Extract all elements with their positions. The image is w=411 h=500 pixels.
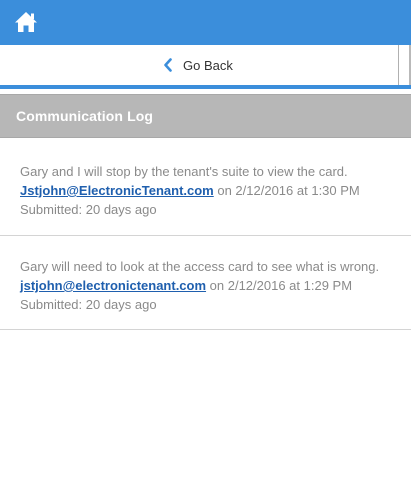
section-title: Communication Log	[16, 108, 154, 124]
go-back-button[interactable]: Go Back	[163, 56, 233, 74]
log-submitted: Submitted: 20 days ago	[20, 297, 157, 312]
go-back-label: Go Back	[183, 57, 233, 73]
log-timestamp: on 2/12/2016 at 1:29 PM	[206, 278, 353, 293]
log-meta: jstjohn@electronictenant.com on 2/12/201…	[20, 276, 411, 295]
home-button[interactable]	[13, 9, 39, 35]
section-header: Communication Log	[0, 94, 411, 138]
log-message: Gary and I will stop by the tenant's sui…	[20, 164, 348, 179]
top-bar	[0, 0, 411, 45]
log-timestamp: on 2/12/2016 at 1:30 PM	[213, 183, 360, 198]
accent-divider	[0, 85, 411, 89]
home-icon	[15, 12, 37, 32]
author-email-link[interactable]: Jstjohn@ElectronicTenant.com	[20, 183, 214, 198]
back-bar-inner: Go Back	[0, 45, 399, 85]
log-entry: Gary and I will stop by the tenant's sui…	[0, 138, 411, 236]
communication-log-list: Gary and I will stop by the tenant's sui…	[0, 138, 411, 330]
log-message: Gary will need to look at the access car…	[20, 259, 380, 274]
author-email-link[interactable]: jstjohn@electronictenant.com	[20, 278, 206, 293]
chevron-left-icon	[164, 58, 172, 72]
log-submitted: Submitted: 20 days ago	[20, 202, 157, 217]
log-meta: Jstjohn@ElectronicTenant.com on 2/12/201…	[20, 181, 411, 200]
back-bar: Go Back	[0, 45, 411, 85]
log-entry: Gary will need to look at the access car…	[0, 236, 411, 330]
